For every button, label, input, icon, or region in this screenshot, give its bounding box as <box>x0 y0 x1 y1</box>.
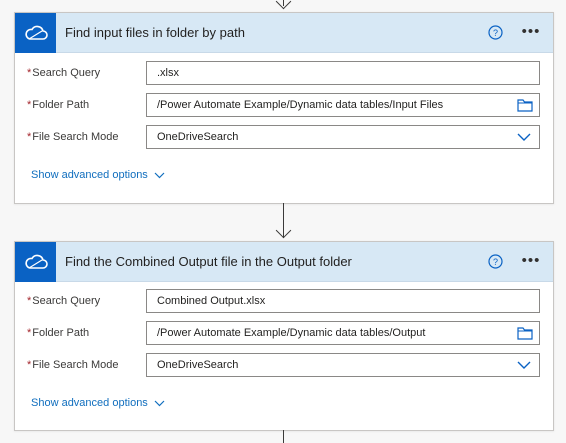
help-icon[interactable]: ? <box>488 254 503 269</box>
field-label: *File Search Mode <box>27 131 119 143</box>
folder-path-value: /Power Automate Example/Dynamic data tab… <box>157 327 426 339</box>
show-advanced-options-link[interactable]: Show advanced options <box>31 169 165 181</box>
card-title: Find input files in folder by path <box>65 25 245 40</box>
action-card-find-combined-output: Find the Combined Output file in the Out… <box>14 241 554 431</box>
flow-connector-bottom <box>283 430 284 443</box>
folder-icon[interactable] <box>517 326 533 340</box>
advanced-label: Show advanced options <box>31 397 148 409</box>
folder-icon[interactable] <box>517 98 533 112</box>
show-advanced-options-link[interactable]: Show advanced options <box>31 397 165 409</box>
field-file-search-mode: *File Search Mode OneDriveSearch <box>15 125 553 151</box>
field-label: *Folder Path <box>27 327 90 339</box>
help-icon[interactable]: ? <box>488 25 503 40</box>
svg-text:?: ? <box>493 257 498 267</box>
field-label: *Search Query <box>27 67 101 79</box>
action-card-find-input-files: Find input files in folder by path ? •••… <box>14 12 554 204</box>
card-header[interactable]: Find the Combined Output file in the Out… <box>15 242 553 282</box>
folder-path-input[interactable]: /Power Automate Example/Dynamic data tab… <box>146 93 540 117</box>
field-label: *Search Query <box>27 295 101 307</box>
more-options-icon[interactable]: ••• <box>519 22 543 42</box>
chevron-down-icon[interactable] <box>517 132 531 142</box>
card-title: Find the Combined Output file in the Out… <box>65 254 352 269</box>
search-query-input[interactable]: Combined Output.xlsx <box>146 289 540 313</box>
card-header[interactable]: Find input files in folder by path ? ••• <box>15 13 553 53</box>
chevron-down-icon <box>154 172 165 178</box>
folder-path-value: /Power Automate Example/Dynamic data tab… <box>157 99 444 111</box>
folder-path-input[interactable]: /Power Automate Example/Dynamic data tab… <box>146 321 540 345</box>
onedrive-cloud-icon <box>15 13 56 53</box>
file-search-mode-value: OneDriveSearch <box>157 359 239 371</box>
more-options-icon[interactable]: ••• <box>519 251 543 271</box>
search-query-input[interactable]: .xlsx <box>146 61 540 85</box>
file-search-mode-select[interactable]: OneDriveSearch <box>146 125 540 149</box>
field-search-query: *Search Query Combined Output.xlsx <box>15 289 553 315</box>
onedrive-cloud-icon <box>15 242 56 282</box>
flow-arrow-middle <box>275 222 292 239</box>
field-folder-path: *Folder Path /Power Automate Example/Dyn… <box>15 321 553 347</box>
flow-arrow-top <box>275 0 292 10</box>
field-file-search-mode: *File Search Mode OneDriveSearch <box>15 353 553 379</box>
field-label: *Folder Path <box>27 99 90 111</box>
field-search-query: *Search Query .xlsx <box>15 61 553 87</box>
chevron-down-icon <box>154 400 165 406</box>
svg-text:?: ? <box>493 28 498 38</box>
file-search-mode-select[interactable]: OneDriveSearch <box>146 353 540 377</box>
chevron-down-icon[interactable] <box>517 360 531 370</box>
advanced-label: Show advanced options <box>31 169 148 181</box>
file-search-mode-value: OneDriveSearch <box>157 131 239 143</box>
field-folder-path: *Folder Path /Power Automate Example/Dyn… <box>15 93 553 119</box>
field-label: *File Search Mode <box>27 359 119 371</box>
